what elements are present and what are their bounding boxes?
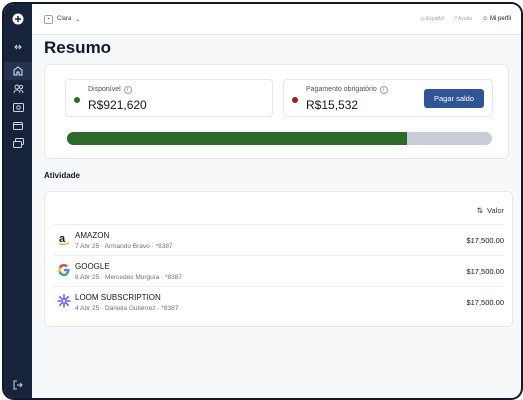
amazon-logo-icon: a: [57, 232, 71, 246]
available-label-row: Disponível i: [88, 86, 132, 94]
sort-icon: ⇅: [476, 206, 484, 215]
balance-progress-fill: [67, 132, 407, 145]
payment-status-dot: [292, 97, 298, 103]
money-icon[interactable]: [4, 98, 32, 116]
merchant-name: LOOM SUBSCRIPTION: [75, 293, 161, 302]
org-selector[interactable]: ▪ Clara ⌄: [44, 14, 81, 24]
merchant-name: GOOGLE: [75, 262, 110, 271]
available-status-dot: [74, 97, 80, 103]
help-label: Ayuda: [458, 16, 473, 22]
wallet-icon[interactable]: [4, 116, 32, 134]
chevron-down-icon: ⌄: [75, 16, 81, 23]
merchant-name: AMAZON: [75, 231, 110, 240]
logout-icon[interactable]: [4, 376, 32, 394]
info-icon[interactable]: i: [123, 86, 132, 94]
info-icon[interactable]: i: [379, 86, 388, 94]
available-card: Disponível i R$921,620: [65, 79, 273, 117]
payment-amount: R$15,532: [306, 98, 359, 112]
transaction-meta: 7 Abr 25 · Armando Bravo · *8387: [75, 243, 173, 250]
user-icon: ☺: [482, 16, 489, 22]
top-actions: ◎ Español ? Ayuda ☺ Mi perfil: [420, 16, 511, 22]
available-amount: R$921,620: [88, 98, 147, 112]
org-logo-icon: ▪: [44, 14, 53, 24]
help-link[interactable]: ? Ayuda: [454, 16, 472, 22]
help-icon: ?: [454, 16, 457, 22]
payment-card: Pagamento obrigatório i R$15,532 Pagar sa…: [283, 79, 493, 117]
transaction-value: $17,500.00: [466, 236, 504, 245]
collapse-icon[interactable]: [4, 38, 32, 56]
top-bar: ▪ Clara ⌄ ◎ Español ? Ayuda ☺ Mi perfil: [32, 4, 521, 35]
language-selector[interactable]: ◎ Español: [420, 16, 444, 22]
language-label: Español: [426, 16, 445, 22]
app-window: ▪ Clara ⌄ ◎ Español ? Ayuda ☺ Mi perfil …: [2, 2, 523, 400]
transaction-meta: 4 Abr 25 · Daniela Gutiérrez · *8387: [75, 305, 179, 312]
value-header-label: Valor: [487, 206, 504, 215]
activity-list: ⇅ Valor a AMAZON 7 Abr 25 · Armando Brav…: [44, 191, 513, 327]
profile-link[interactable]: ☺ Mi perfil: [482, 16, 511, 22]
page-title: Resumo: [44, 38, 112, 57]
transaction-meta: 6 Abr 25 · Mercedes Murguía · *8387: [75, 274, 182, 281]
list-item[interactable]: GOOGLE 6 Abr 25 · Mercedes Murguía · *83…: [53, 255, 504, 286]
summary-panel: Disponível i R$921,620 Pagamento obrigató…: [44, 64, 509, 159]
globe-icon: ◎: [420, 16, 425, 22]
transaction-value: $17,500.00: [466, 298, 504, 307]
pay-balance-button[interactable]: Pagar saldo: [424, 89, 484, 108]
cards-icon[interactable]: [4, 134, 32, 152]
activity-title: Atividade: [44, 171, 81, 180]
value-column-header[interactable]: ⇅ Valor: [477, 206, 504, 215]
users-icon[interactable]: [4, 80, 32, 98]
profile-label: Mi perfil: [489, 16, 511, 22]
org-name: Clara: [57, 16, 72, 22]
loom-logo-icon: [57, 294, 71, 308]
home-icon[interactable]: [4, 62, 32, 80]
list-item[interactable]: LOOM SUBSCRIPTION 4 Abr 25 · Daniela Gut…: [53, 286, 504, 317]
sidebar: [4, 4, 32, 398]
available-label: Disponível: [88, 86, 121, 93]
list-item[interactable]: a AMAZON 7 Abr 25 · Armando Bravo · *838…: [53, 224, 504, 255]
payment-label-row: Pagamento obrigatório i: [306, 86, 388, 94]
transaction-value: $17,500.00: [466, 267, 504, 276]
balance-progress-bar: [67, 132, 492, 145]
svg-text:a: a: [59, 233, 66, 245]
plus-icon[interactable]: [4, 10, 32, 28]
google-logo-icon: [57, 263, 71, 277]
payment-label: Pagamento obrigatório: [306, 86, 377, 93]
